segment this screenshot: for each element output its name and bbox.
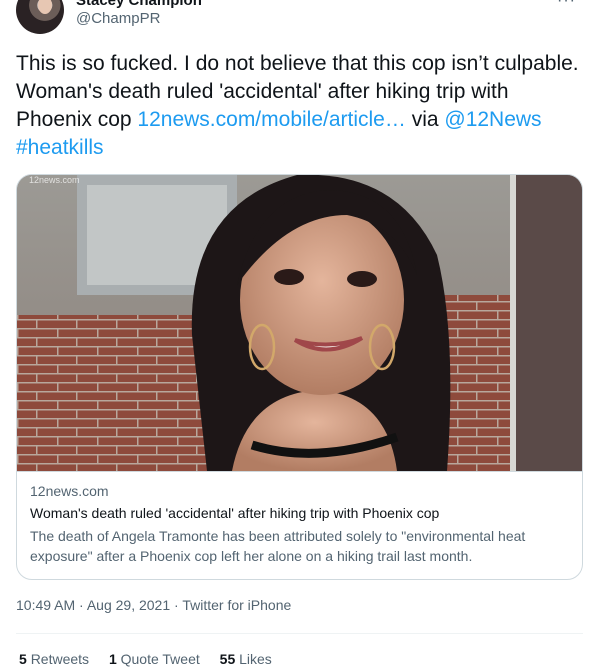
likes-count: 55 [219, 651, 236, 667]
hashtag-link[interactable]: #heatkills [16, 136, 104, 159]
article-link[interactable]: 12news.com/mobile/article… [137, 108, 405, 131]
link-card[interactable]: 12news.com 12news.com Woman's death rule… [16, 174, 583, 580]
avatar[interactable] [16, 0, 64, 34]
likes-label: Likes [239, 651, 272, 667]
card-image[interactable]: 12news.com [17, 175, 582, 471]
retweets-count: 5 [19, 651, 27, 667]
meta-separator-2: · [170, 597, 183, 613]
mention-link[interactable]: @12News [444, 108, 541, 131]
quotes-stat[interactable]: 1 Quote Tweet [109, 651, 200, 667]
meta-separator: · [75, 597, 87, 613]
tweet-source[interactable]: Twitter for iPhone [182, 597, 291, 613]
tweet-time[interactable]: 10:49 AM [16, 597, 75, 613]
card-domain: 12news.com [30, 483, 109, 499]
more-icon[interactable]: ··· [557, 0, 576, 10]
tweet-text: This is so fucked. I do not believe that… [16, 50, 582, 162]
via-text: via [405, 108, 445, 131]
tweet-date[interactable]: Aug 29, 2021 [87, 597, 170, 613]
card-description: The death of Angela Tramonte has been at… [30, 528, 526, 564]
card-watermark: 12news.com [29, 175, 80, 185]
quotes-count: 1 [108, 651, 117, 667]
tweet-meta: 10:49 AM · Aug 29, 2021 · Twitter for iP… [16, 597, 291, 613]
author-name[interactable]: Stacey Champion [76, 0, 202, 9]
likes-stat[interactable]: 55 Likes [220, 651, 272, 667]
card-info[interactable]: 12news.com Woman's death ruled 'accident… [17, 471, 582, 579]
tweet-stats: 5 Retweets 1 Quote Tweet 55 Likes [19, 651, 288, 667]
tweet-header: Stacey Champion @ChampPR ··· [16, 0, 576, 34]
card-title: Woman's death ruled 'accidental' after h… [30, 505, 440, 521]
retweets-stat[interactable]: 5 Retweets [19, 651, 89, 667]
retweets-label: Retweets [30, 651, 90, 667]
author-handle[interactable]: @ChampPR [76, 10, 160, 27]
quotes-label: Quote Tweet [120, 651, 200, 667]
divider [16, 633, 583, 634]
